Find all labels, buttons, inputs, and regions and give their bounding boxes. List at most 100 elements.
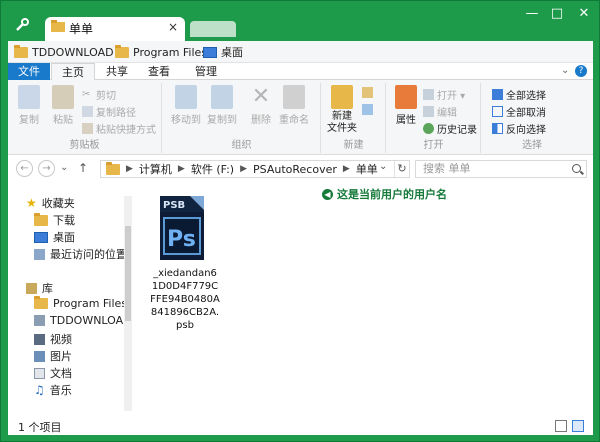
svg-text:Ps: Ps <box>167 227 196 252</box>
nav-item-tddownload[interactable]: TDDOWNLOAD <box>34 314 132 327</box>
invert-selection-icon <box>492 123 503 134</box>
address-input[interactable]: ▶ 计算机 ▶ 软件 (F:) ▶ PSAutoRecover ▶ 单单 ⌄ <box>100 160 410 178</box>
breadcrumb-psautorecover[interactable]: PSAutoRecover <box>253 163 337 176</box>
new-item-button[interactable] <box>362 87 373 98</box>
breadcrumb-current[interactable]: 单单 <box>356 161 378 177</box>
ribbon-group-open: 属性 打开 ▾ 编辑 历史记录 打开 <box>387 83 481 153</box>
nav-label: 文档 <box>50 367 72 380</box>
search-input[interactable]: 搜索 单单 <box>415 160 587 178</box>
paste-button[interactable]: 粘贴 <box>48 85 78 126</box>
breadcrumb-drive[interactable]: 软件 (F:) <box>191 161 234 177</box>
rename-button[interactable]: 重命名 <box>277 85 311 126</box>
fav-link-tddownload[interactable]: TDDOWNLOAD <box>14 44 114 60</box>
close-button[interactable]: ✕ <box>573 7 595 23</box>
edit-button[interactable]: 编辑 <box>423 104 457 119</box>
select-none-button[interactable]: 全部取消 <box>492 104 546 119</box>
back-button[interactable]: ← <box>16 160 33 177</box>
nav-favorites[interactable]: ★ 收藏夹 <box>26 195 75 211</box>
annotation-text: 这是当前用户的用户名 <box>337 188 447 201</box>
maximize-button[interactable]: □ <box>546 7 568 23</box>
copy-path-icon <box>82 106 93 117</box>
open-label: 打开 ▾ <box>437 91 466 102</box>
open-button[interactable]: 打开 ▾ <box>423 87 465 102</box>
cut-button[interactable]: ✂ 剪切 <box>82 87 116 102</box>
tab-share[interactable]: 共享 <box>100 63 134 80</box>
history-button[interactable]: 历史记录 <box>423 121 477 136</box>
refresh-button[interactable]: ↻ <box>394 161 409 177</box>
window-tab[interactable] <box>45 17 185 41</box>
breadcrumb-computer[interactable]: 计算机 <box>139 161 172 177</box>
new-group-label: 新建 <box>343 140 364 151</box>
recent-places-icon <box>34 248 45 260</box>
folder-icon <box>14 44 28 58</box>
large-icons-view-icon[interactable] <box>572 420 584 432</box>
copy-to-icon <box>211 85 233 109</box>
arrow-left-icon: ◀ <box>322 188 333 200</box>
invert-selection-button[interactable]: 反向选择 <box>492 121 546 136</box>
new-folder-button[interactable]: 新建 文件夹 <box>326 85 358 135</box>
annotation-note: ◀ 这是当前用户的用户名 <box>322 186 447 202</box>
nav-item-videos[interactable]: 视频 <box>34 331 72 347</box>
paste-icon <box>52 85 74 109</box>
paste-shortcut-button[interactable]: 粘贴快捷方式 <box>82 121 156 136</box>
paste-label: 粘贴 <box>53 115 73 126</box>
nav-library[interactable]: 库 <box>26 280 53 296</box>
navigation-pane: ★ 收藏夹 下载 桌面 最近访问的位置 库 Program Files TDDO… <box>8 183 132 416</box>
up-button[interactable]: ↑ <box>78 161 88 175</box>
clipboard-group-label: 剪贴板 <box>69 140 100 151</box>
copy-to-button[interactable]: 复制到 <box>205 85 239 126</box>
details-view-icon[interactable] <box>555 420 567 432</box>
delete-button[interactable]: ✕ 删除 <box>247 84 275 127</box>
select-all-button[interactable]: 全部选择 <box>492 87 546 102</box>
cut-label: 剪切 <box>96 91 116 102</box>
nav-item-recent[interactable]: 最近访问的位置 <box>34 246 127 262</box>
copy-to-label: 复制到 <box>207 115 237 126</box>
nav-item-documents[interactable]: 文档 <box>34 365 72 381</box>
fav-link-program-files[interactable]: Program Files <box>115 44 207 60</box>
copy-label: 复制 <box>19 115 39 126</box>
copy-button[interactable]: 复制 <box>14 85 44 126</box>
forward-button[interactable]: → <box>38 160 55 177</box>
easy-access-button[interactable] <box>362 104 373 115</box>
folder-icon <box>115 44 129 58</box>
tools-icon[interactable] <box>14 17 30 33</box>
fav-link-desktop[interactable]: 桌面 <box>203 44 243 60</box>
favorites-bar: TDDOWNLOAD Program Files 桌面 <box>8 41 593 63</box>
nav-label: 下载 <box>53 214 75 227</box>
help-icon[interactable]: ? <box>575 65 587 77</box>
nav-scrollbar-thumb[interactable] <box>125 226 131 321</box>
invert-selection-label: 反向选择 <box>506 125 546 136</box>
tab-view[interactable]: 查看 <box>142 63 176 80</box>
tab-manage[interactable]: 管理 <box>188 63 224 80</box>
tab-close-icon[interactable]: × <box>168 20 178 34</box>
address-dropdown-icon[interactable]: ⌄ <box>379 161 387 172</box>
scissors-icon: ✂ <box>82 89 91 100</box>
nav-item-desktop[interactable]: 桌面 <box>34 229 75 245</box>
open-icon <box>423 89 434 100</box>
nav-item-pictures[interactable]: 图片 <box>34 348 72 364</box>
fav-link-label: Program Files <box>133 45 208 59</box>
folder-icon <box>34 315 45 326</box>
tab-home[interactable]: 主页 <box>51 63 95 81</box>
properties-button[interactable]: 属性 <box>391 85 421 126</box>
downloads-icon <box>34 212 48 226</box>
minimize-button[interactable]: — <box>521 7 543 23</box>
copy-path-button[interactable]: 复制路径 <box>82 104 136 119</box>
nav-item-music[interactable]: ♫ 音乐 <box>34 382 72 398</box>
ribbon-expand-icon[interactable]: ⌄ <box>561 65 569 76</box>
recent-locations-icon[interactable]: ⌄ <box>60 162 68 173</box>
move-to-button[interactable]: 移动到 <box>169 85 203 126</box>
nav-label: 图片 <box>50 350 72 363</box>
tab-file[interactable]: 文件 <box>8 63 50 80</box>
copy-icon <box>18 85 40 109</box>
delete-icon: ✕ <box>251 84 271 109</box>
new-tab-button[interactable] <box>190 21 236 37</box>
properties-icon <box>395 85 417 109</box>
search-icon[interactable] <box>572 164 581 173</box>
ribbon-group-new: 新建 文件夹 新建 <box>322 83 386 153</box>
nav-item-program-files[interactable]: Program Files <box>34 296 127 310</box>
nav-label: 最近访问的位置 <box>50 248 127 261</box>
nav-label: 音乐 <box>49 384 72 397</box>
search-placeholder: 搜索 单单 <box>423 162 471 175</box>
nav-item-downloads[interactable]: 下载 <box>34 212 75 228</box>
